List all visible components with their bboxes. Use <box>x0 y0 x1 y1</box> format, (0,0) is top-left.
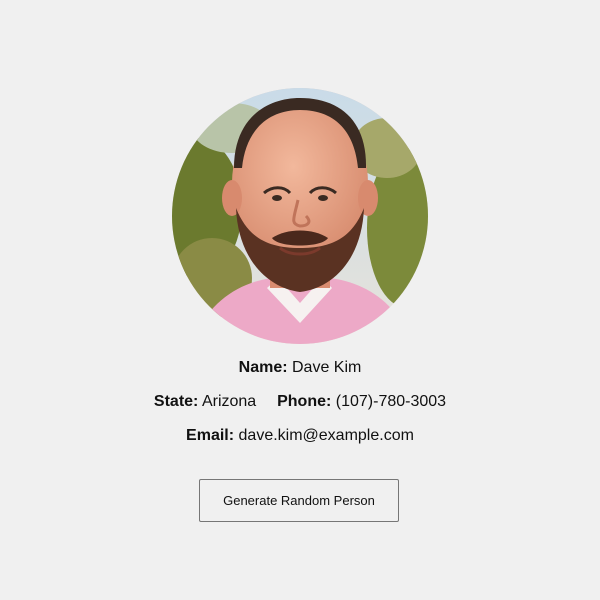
portrait-image <box>172 88 428 344</box>
email-label: Email: <box>186 427 235 444</box>
state-label: State: <box>153 393 199 410</box>
phone-value: (107)-780-3003 <box>335 393 447 410</box>
name-label: Name: <box>238 359 288 376</box>
name-value: Dave Kim <box>292 359 362 376</box>
person-card: Name: Dave Kim State: Arizona Phone: (10… <box>0 0 600 600</box>
profile-photo <box>172 88 428 344</box>
email-row: Email: dave.kim@example.com <box>0 426 600 446</box>
state-value: Arizona <box>201 393 257 410</box>
state-phone-row: State: Arizona Phone: (107)-780-3003 <box>0 392 600 412</box>
phone-label: Phone: <box>277 393 332 410</box>
name-row: Name: Dave Kim <box>0 358 600 378</box>
email-value: dave.kim@example.com <box>238 427 414 444</box>
generate-random-person-button[interactable]: Generate Random Person <box>199 479 399 522</box>
